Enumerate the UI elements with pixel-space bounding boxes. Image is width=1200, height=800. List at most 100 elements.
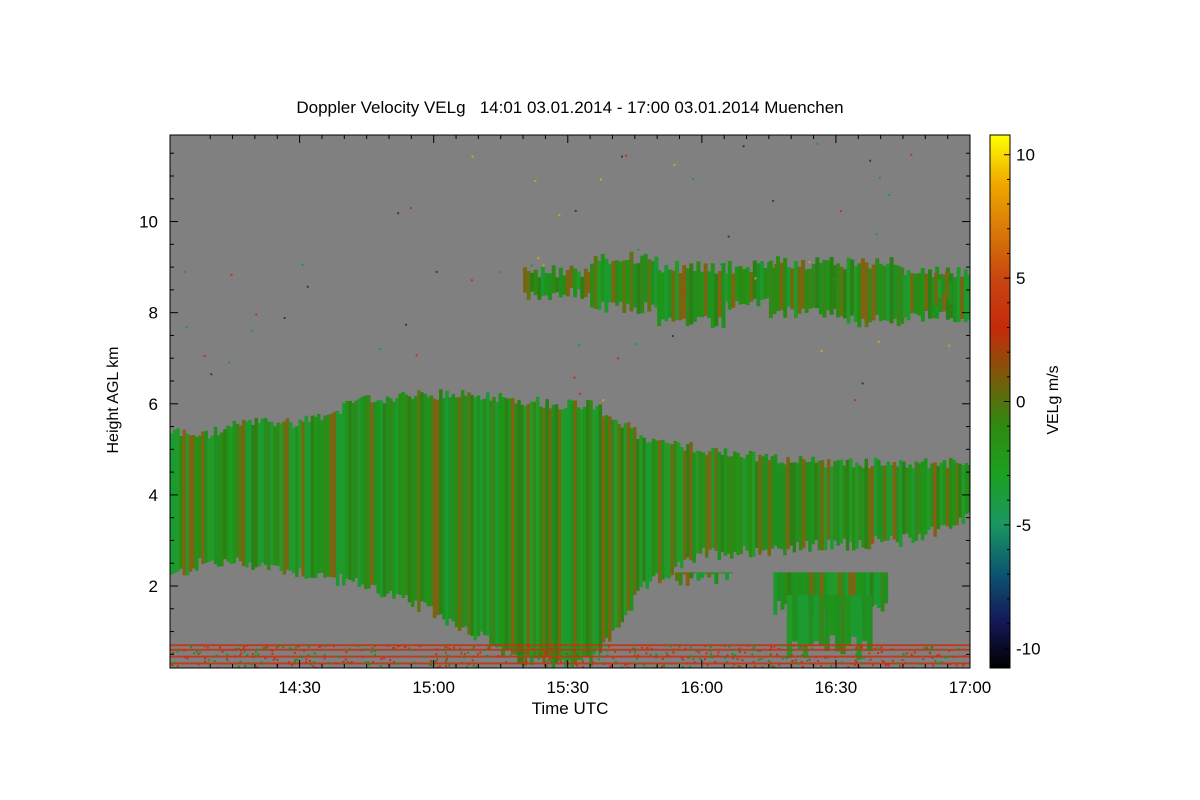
noise-speck	[472, 655, 475, 658]
noise-speck	[346, 661, 349, 664]
noise-speck	[853, 663, 856, 666]
noise-speck	[226, 659, 229, 662]
noise-speck	[704, 644, 707, 647]
noise-speck	[724, 644, 727, 647]
noise-speck	[655, 653, 658, 656]
velocity-column	[298, 419, 302, 569]
velocity-column	[726, 456, 731, 554]
noise-speck	[460, 649, 463, 652]
noise-speck	[634, 651, 637, 654]
velocity-column	[548, 408, 553, 661]
noise-speck	[564, 661, 567, 664]
velocity-column	[658, 440, 662, 584]
velocity-column	[313, 416, 318, 579]
upper-cloud-column	[738, 266, 743, 305]
chart-plot-area: 14:30 15:00 15:30 16:00 16:30 17:00 2 4 6 8 10 10…	[139, 134, 1041, 697]
velocity-column	[473, 397, 477, 641]
velocity-column	[870, 465, 875, 544]
noise-speck	[572, 658, 575, 661]
noise-speck	[752, 647, 755, 650]
upper-cloud-column	[622, 260, 627, 313]
velocity-column	[823, 467, 828, 551]
upper-cloud-column	[759, 261, 764, 300]
velocity-column	[839, 459, 844, 544]
noise-speck	[479, 651, 482, 654]
speckle	[471, 155, 474, 158]
velocity-column	[204, 430, 208, 563]
velocity-column	[201, 431, 205, 565]
velocity-column	[686, 444, 690, 558]
velocity-column	[808, 461, 812, 552]
velocity-column	[288, 422, 293, 571]
noise-speck	[173, 661, 176, 664]
lower-cloud-column	[877, 572, 882, 609]
noise-speck	[717, 651, 720, 654]
upper-cloud-column	[724, 273, 729, 302]
noise-speck	[445, 665, 448, 668]
upper-cloud-column	[671, 270, 676, 322]
noise-speck	[962, 662, 965, 665]
noise-speck	[598, 644, 601, 647]
noise-speck	[219, 646, 222, 649]
noise-speck	[604, 644, 607, 647]
noise-speck	[797, 662, 800, 665]
noise-speck	[744, 651, 747, 654]
noise-speck	[368, 663, 371, 666]
speckle	[210, 373, 213, 376]
upper-cloud-column	[917, 273, 922, 316]
upper-cloud-column	[636, 263, 641, 314]
upper-cloud-column	[629, 251, 634, 312]
velocity-column	[445, 390, 449, 626]
velocity-column	[367, 395, 371, 589]
velocity-column	[780, 462, 784, 550]
noise-speck	[801, 655, 804, 658]
noise-speck	[757, 649, 760, 652]
noise-speck	[532, 644, 535, 647]
upper-cloud-column	[853, 265, 858, 323]
noise-speck	[382, 657, 385, 660]
velocity-column	[689, 442, 693, 561]
noise-speck	[309, 660, 312, 663]
velocity-column	[451, 393, 456, 622]
upper-cloud-column	[913, 273, 918, 314]
noise-speck	[575, 663, 578, 666]
noise-speck	[360, 649, 363, 652]
noise-speck	[560, 660, 563, 663]
noise-speck	[881, 659, 884, 662]
lower-cloud-column	[884, 572, 889, 604]
noise-speck	[273, 657, 276, 660]
noise-speck	[204, 657, 207, 660]
velocity-column	[786, 456, 790, 550]
speckle	[839, 210, 842, 213]
upper-cloud-column	[786, 266, 791, 307]
velocity-column	[633, 427, 637, 595]
upper-cloud-column	[576, 271, 581, 290]
noise-speck	[472, 647, 475, 650]
noise-speck	[902, 653, 905, 656]
noise-speck	[614, 650, 617, 653]
velocity-column	[611, 419, 615, 631]
noise-speck	[855, 653, 858, 656]
upper-cloud-column	[749, 272, 754, 302]
velocity-column	[767, 460, 772, 556]
noise-speck	[830, 664, 833, 667]
velocity-column	[814, 462, 818, 540]
noise-speck	[827, 655, 830, 658]
velocity-column	[836, 460, 840, 546]
noise-speck	[741, 659, 744, 662]
velocity-column	[385, 396, 390, 594]
noise-speck	[242, 647, 245, 650]
velocity-column	[648, 442, 653, 582]
noise-speck	[543, 646, 546, 649]
speckle	[948, 344, 951, 347]
upper-cloud-column	[804, 269, 809, 313]
noise-speck	[239, 654, 242, 657]
velocity-column	[898, 460, 903, 547]
noise-speck	[642, 664, 645, 667]
y-tick-label: 10	[139, 213, 158, 232]
velocity-column	[363, 395, 368, 590]
velocity-column	[326, 414, 330, 577]
velocity-column	[592, 409, 596, 655]
noise-speck	[349, 662, 352, 665]
speckle	[251, 329, 254, 332]
